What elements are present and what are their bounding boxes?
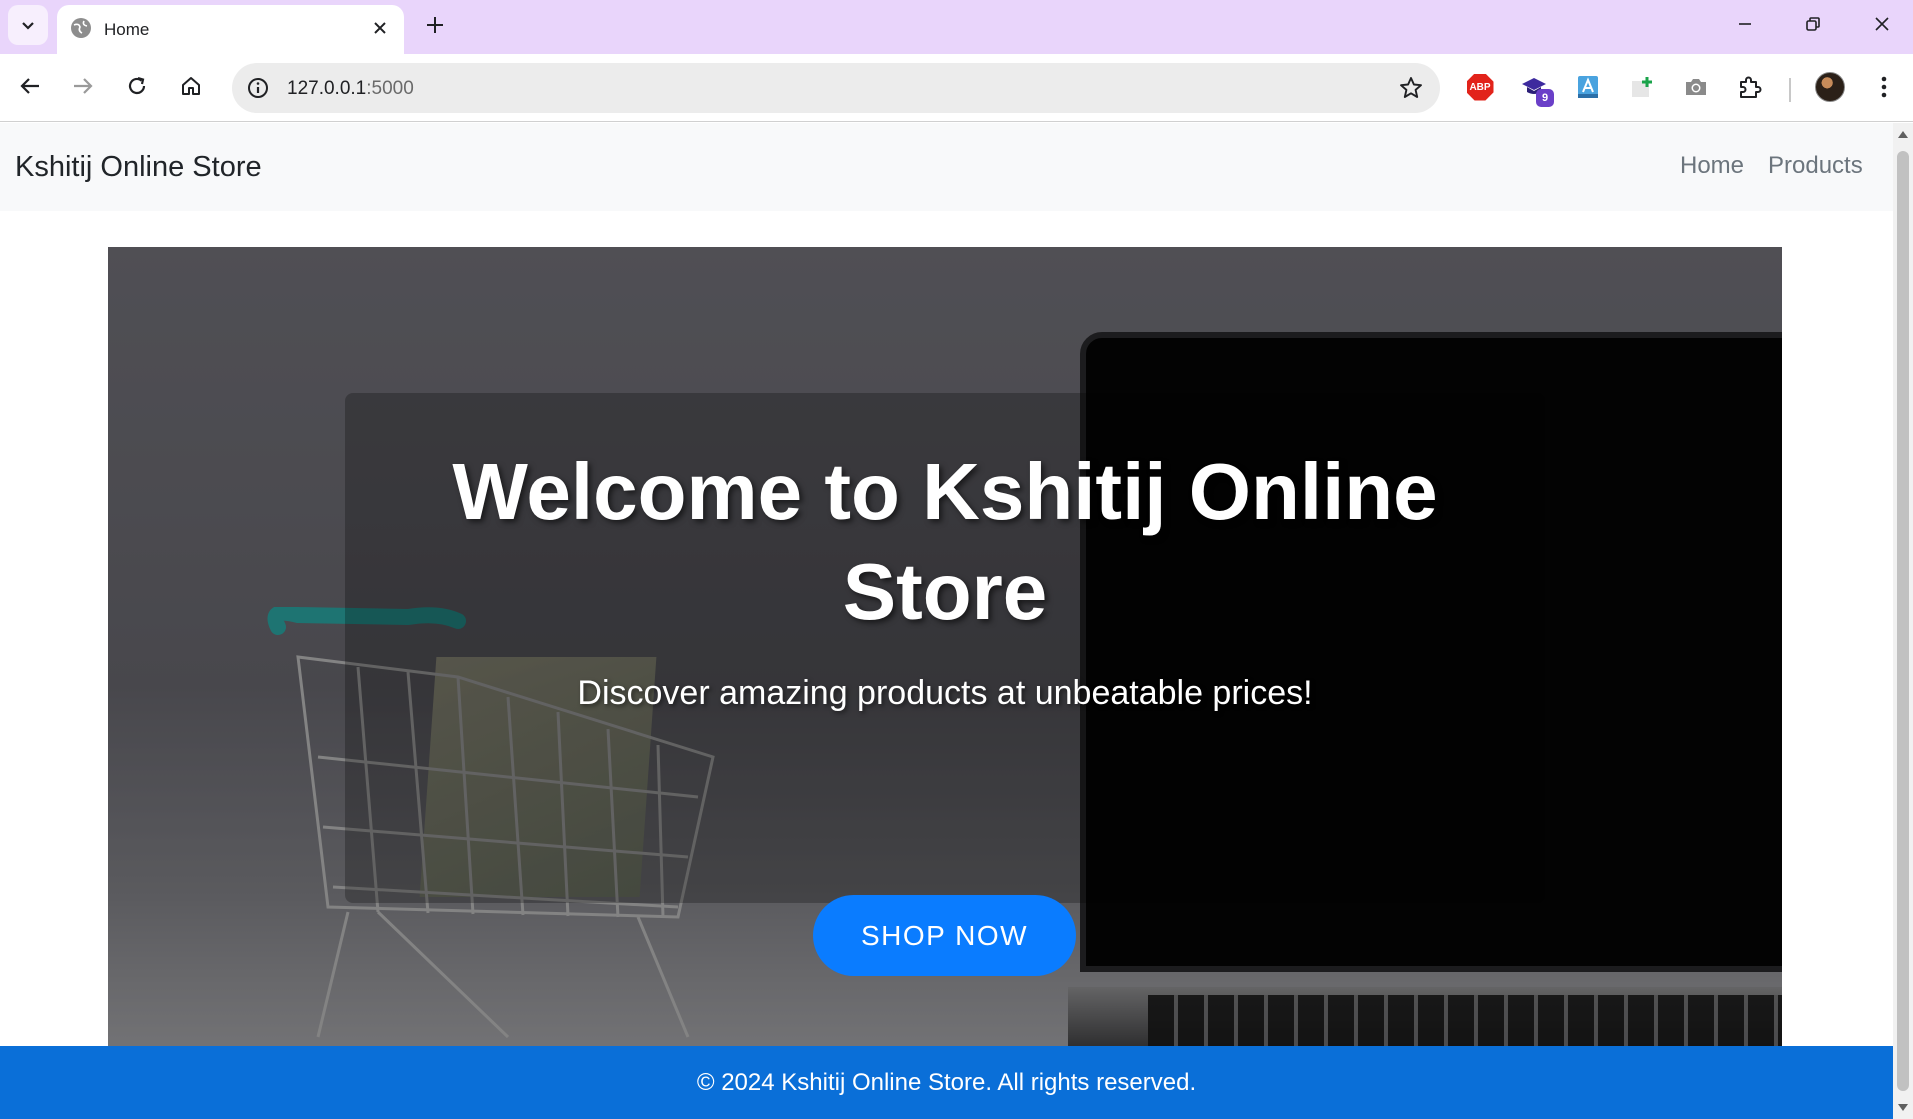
home-icon [182,77,200,95]
restore-icon [1806,17,1820,31]
adblock-plus-label: ABP [1466,73,1494,101]
back-button[interactable] [12,68,48,104]
translate-icon [1578,76,1598,98]
arrow-left-icon [20,78,39,94]
site-info-icon[interactable] [246,76,270,100]
minimize-icon [1739,23,1751,25]
adblock-plus-icon[interactable]: ABP [1464,71,1496,103]
url-host: 127.0.0.1 [287,78,367,99]
plus-icon [427,17,443,33]
shop-now-button[interactable]: SHOP NOW [813,895,1076,976]
page-scrollbar[interactable] [1893,123,1913,1119]
close-window-button[interactable] [1854,4,1910,44]
image-add-icon [1632,77,1652,97]
new-tab-button[interactable] [419,9,451,41]
close-icon [374,22,386,34]
site-brand-link[interactable]: Kshitij Online Store [15,151,262,184]
footer-copyright: © 2024 Kshitij Online Store. All rights … [696,1068,1197,1096]
arrow-right-icon [74,78,93,94]
scroll-down-arrow-icon[interactable] [1898,1104,1908,1111]
forward-button[interactable] [65,68,101,104]
camera-icon[interactable] [1680,71,1712,103]
scroll-up-arrow-icon[interactable] [1898,131,1908,138]
restore-button[interactable] [1785,4,1841,44]
screenshot-add-icon[interactable] [1626,71,1658,103]
browser-menu-button[interactable] [1868,71,1900,103]
chevron-down-icon [22,22,34,30]
scrollbar-thumb[interactable] [1897,151,1909,1091]
kebab-menu-icon [1881,76,1887,98]
close-icon [1875,17,1889,31]
bookmark-star-icon[interactable] [1398,75,1424,101]
translate-extension-icon[interactable] [1572,71,1604,103]
address-bar[interactable]: 127.0.0.1:5000 [232,63,1440,113]
extension-badge-count: 9 [1536,89,1554,107]
tab-search-button[interactable] [8,5,48,45]
browser-toolbar: 127.0.0.1:5000 ABP 9 [0,54,1913,122]
url-text[interactable]: 127.0.0.1:5000 [287,78,414,100]
hero-title: Welcome to Kshitij Online Store [452,447,1438,636]
tab-close-button[interactable] [368,16,392,40]
browser-tab[interactable]: Home [57,5,404,54]
nav-link-home[interactable]: Home [1680,152,1744,180]
camera-icon-glyph [1686,79,1706,95]
site-navbar: Kshitij Online Store Home Products [0,123,1893,211]
reload-icon [128,76,146,95]
extension-badge-icon[interactable]: 9 [1518,71,1554,107]
profile-avatar[interactable] [1815,72,1845,102]
page-viewport: Kshitij Online Store Home Products Welco… [0,123,1893,1119]
tab-title: Home [104,20,150,39]
url-port: :5000 [366,78,414,99]
globe-icon [71,18,91,38]
home-button[interactable] [173,68,209,104]
minimize-button[interactable] [1717,4,1773,44]
browser-titlebar: Home [0,0,1913,54]
reload-button[interactable] [119,68,155,104]
puzzle-icon [1740,76,1762,98]
hero-banner: Welcome to Kshitij Online Store Discover… [108,247,1782,1047]
toolbar-divider [1789,78,1791,102]
nav-link-products[interactable]: Products [1768,152,1863,180]
hero-subtitle: Discover amazing products at unbeatable … [577,674,1313,712]
extensions-puzzle-icon[interactable] [1734,71,1766,103]
site-footer: © 2024 Kshitij Online Store. All rights … [0,1046,1893,1119]
